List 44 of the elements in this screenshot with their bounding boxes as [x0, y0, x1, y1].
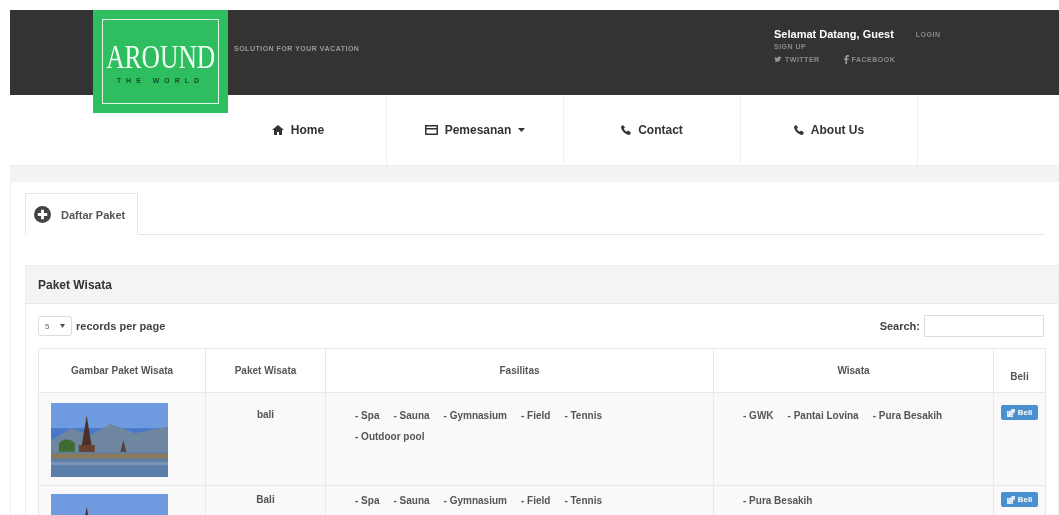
facility-item: - Field	[520, 495, 551, 506]
panel-title: Paket Wisata	[38, 277, 112, 292]
facility-item: - Tennis	[564, 410, 602, 421]
facility-item: - Spa	[355, 495, 380, 506]
facility-item: - Sauna	[393, 410, 430, 421]
page-size-select[interactable]: 5	[38, 316, 72, 336]
plus-circle-icon	[34, 206, 51, 223]
sight-item: - GWK	[743, 410, 774, 421]
column-header[interactable]: Gambar Paket Wisata	[38, 348, 206, 393]
nav-item[interactable]: About Us	[741, 95, 918, 165]
facility-item: - Outdoor pool	[355, 431, 425, 442]
credit-card-icon	[424, 125, 438, 135]
nav-item[interactable]: Home	[210, 95, 387, 165]
nav-item[interactable]: Pemesanan	[387, 95, 564, 165]
search-field[interactable]	[924, 315, 1044, 337]
column-header[interactable]: Fasilitas	[325, 348, 714, 393]
facility-item: - Gymnasium	[443, 495, 507, 506]
facility-item: - Sauna	[393, 495, 430, 506]
facility-item: - Gymnasium	[443, 410, 507, 421]
column-header[interactable]: Wisata	[713, 348, 994, 393]
facility-item: - Tennis	[564, 495, 602, 506]
facility-item: - Spa	[355, 410, 380, 421]
facility-item: - Field	[520, 410, 551, 421]
home-icon	[271, 125, 284, 135]
nav-item[interactable]: Contact	[564, 95, 741, 165]
facebook-icon	[843, 55, 849, 64]
edit-icon	[1006, 495, 1015, 504]
sight-item: - Pantai Lovina	[787, 410, 859, 421]
logo-title: AROUND	[105, 39, 216, 74]
phone-icon	[793, 125, 804, 135]
column-header[interactable]: Beli	[993, 348, 1046, 393]
phone-icon	[621, 125, 632, 135]
sight-item: - Pura Besakih	[872, 410, 943, 421]
bird-icon	[774, 56, 782, 63]
records-label: records per page	[76, 320, 166, 332]
sight-item: - Pura Besakih	[743, 495, 813, 506]
edit-icon	[1006, 408, 1015, 417]
table-cell: Bali	[205, 485, 326, 515]
table-cell: bali	[205, 392, 326, 486]
welcome-text: Selamat Datang, Guest	[774, 28, 894, 40]
tab[interactable]: Daftar Paket	[25, 193, 139, 235]
search-label: Search:	[879, 320, 920, 332]
caret-icon	[60, 324, 65, 328]
column-header[interactable]: Paket Wisata	[205, 348, 326, 393]
